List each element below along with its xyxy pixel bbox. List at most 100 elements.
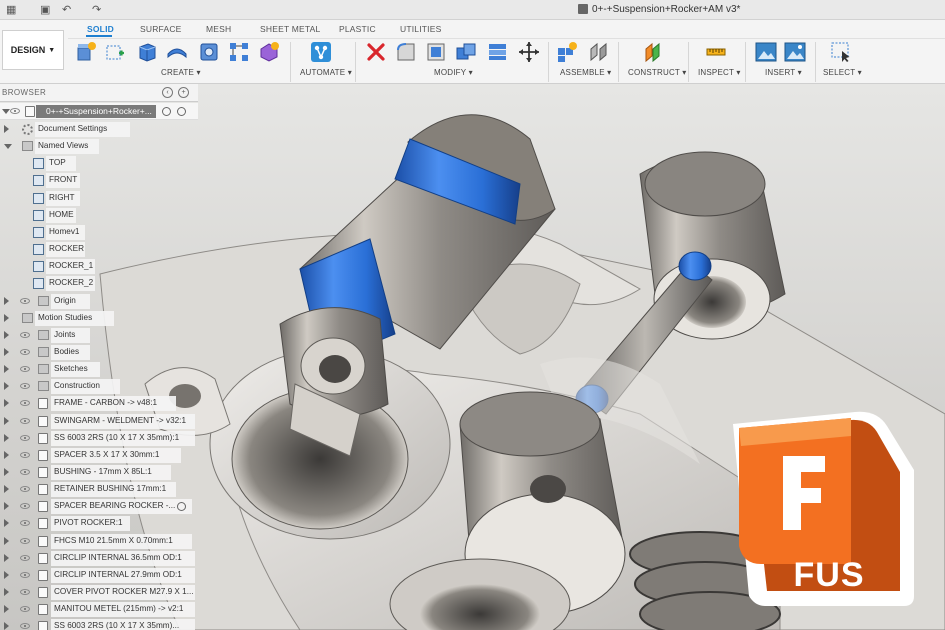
browser-node[interactable]: SPACER 3.5 X 17 X 30mm:1 <box>0 447 198 464</box>
expand-icon[interactable] <box>4 399 9 408</box>
browser-node[interactable]: TOP <box>0 155 198 172</box>
visibility-icon[interactable] <box>20 434 30 441</box>
expand-icon[interactable] <box>4 347 9 356</box>
browser-node[interactable]: CIRCLIP INTERNAL 36.5mm OD:1 <box>0 550 198 567</box>
expand-icon[interactable] <box>4 330 9 339</box>
fillet-icon[interactable] <box>425 41 447 63</box>
browser-node[interactable]: ROCKER_2 <box>0 275 198 292</box>
automate-group-label[interactable]: AUTOMATE ▾ <box>300 68 352 77</box>
browser-node[interactable]: MANITOU METEL (215mm) -> v2:1 <box>0 601 198 618</box>
visibility-icon[interactable] <box>20 571 30 578</box>
browser-node[interactable]: COVER PIVOT ROCKER M27.9 X 1... <box>0 584 198 601</box>
combine-icon[interactable] <box>455 41 477 63</box>
browser-node[interactable]: Motion Studies <box>0 310 198 327</box>
browser-node[interactable]: ROCKER_1 <box>0 258 198 275</box>
redo-icon[interactable]: ↷ <box>92 3 101 16</box>
new-component-icon[interactable] <box>75 41 97 63</box>
expand-icon[interactable] <box>4 125 9 133</box>
insert-group-label[interactable]: INSERT ▾ <box>765 68 802 77</box>
browser-node[interactable]: FRAME - CARBON -> v48:1 <box>0 395 198 412</box>
expand-icon[interactable] <box>4 570 9 579</box>
insert-derive-icon[interactable] <box>755 41 777 63</box>
browser-node[interactable]: CIRCLIP INTERNAL 27.9mm OD:1 <box>0 567 198 584</box>
pattern-icon[interactable] <box>228 41 250 63</box>
browser-node[interactable]: ROCKER <box>0 241 198 258</box>
expand-icon[interactable] <box>4 365 9 374</box>
browser-pin-icon[interactable]: + <box>178 87 189 98</box>
expand-icon[interactable] <box>4 502 9 511</box>
browser-node[interactable]: FHCS M10 21.5mm X 0.70mm:1 <box>0 533 198 550</box>
browser-node[interactable]: RETAINER BUSHING 17mm:1 <box>0 481 198 498</box>
hole-icon[interactable] <box>198 41 220 63</box>
expand-icon[interactable] <box>4 382 9 391</box>
delete-icon[interactable] <box>365 41 387 63</box>
browser-node[interactable]: Joints <box>0 327 198 344</box>
expand-icon[interactable] <box>4 416 9 425</box>
browser-node[interactable]: FRONT <box>0 172 198 189</box>
save-icon[interactable]: ▣ <box>40 3 50 16</box>
move-icon[interactable] <box>518 41 540 63</box>
create-group-label[interactable]: CREATE ▾ <box>161 68 201 77</box>
visibility-icon[interactable] <box>20 400 30 407</box>
tab-solid[interactable]: SOLID <box>87 24 114 34</box>
visibility-icon[interactable] <box>20 451 30 458</box>
visibility-icon[interactable] <box>20 297 30 304</box>
measure-icon[interactable] <box>705 41 727 63</box>
browser-node[interactable]: BUSHING - 17mm X 85L:1 <box>0 464 198 481</box>
visibility-icon[interactable] <box>20 537 30 544</box>
browser-node[interactable]: Origin <box>0 293 198 310</box>
undo-icon[interactable]: ↶ <box>62 3 71 16</box>
modify-group-label[interactable]: MODIFY ▾ <box>434 68 473 77</box>
press-pull-icon[interactable] <box>395 41 417 63</box>
select-icon[interactable] <box>830 41 852 63</box>
tab-utilities[interactable]: UTILITIES <box>400 24 441 34</box>
visibility-icon[interactable] <box>20 383 30 390</box>
browser-node[interactable]: Sketches <box>0 361 198 378</box>
browser-node[interactable]: Bodies <box>0 344 198 361</box>
tab-sheet-metal[interactable]: SHEET METAL <box>260 24 320 34</box>
visibility-icon[interactable] <box>20 606 30 613</box>
form-icon[interactable] <box>258 41 280 63</box>
visibility-icon[interactable] <box>20 417 30 424</box>
shell-icon[interactable] <box>487 41 509 63</box>
browser-node[interactable]: SS 6003 2RS (10 X 17 X 35mm)... <box>0 618 198 630</box>
browser-node[interactable]: Construction <box>0 378 198 395</box>
activate-radio-icon[interactable] <box>177 107 186 116</box>
visibility-icon[interactable] <box>20 469 30 475</box>
offset-plane-icon[interactable] <box>642 41 664 63</box>
insert-canvas-icon[interactable] <box>784 41 806 63</box>
browser-node[interactable]: Document Settings <box>0 121 198 138</box>
browser-node[interactable]: SWINGARM - WELDMENT -> v32:1 <box>0 413 198 430</box>
visibility-icon[interactable] <box>20 486 30 493</box>
browser-node[interactable]: Homev1 <box>0 224 198 241</box>
visibility-icon[interactable] <box>10 108 20 114</box>
create-sketch-icon[interactable] <box>104 41 126 63</box>
new-component-assemble-icon[interactable] <box>556 41 578 63</box>
expand-icon[interactable] <box>4 433 9 442</box>
revolve-icon[interactable] <box>166 41 188 63</box>
workspace-switcher-button[interactable]: DESIGN ▼ <box>2 30 64 70</box>
expand-icon[interactable] <box>4 519 9 528</box>
browser-collapse-icon[interactable]: ‹ <box>162 87 173 98</box>
inspect-group-label[interactable]: INSPECT ▾ <box>698 68 741 77</box>
browser-node[interactable]: Named Views <box>0 138 198 155</box>
expand-icon[interactable] <box>4 553 9 562</box>
browser-node[interactable]: HOME <box>0 207 198 224</box>
visibility-icon[interactable] <box>20 331 30 338</box>
construct-group-label[interactable]: CONSTRUCT ▾ <box>628 68 687 77</box>
browser-node[interactable]: SS 6003 2RS (10 X 17 X 35mm):1 <box>0 430 198 447</box>
visibility-icon[interactable] <box>20 589 30 596</box>
expand-icon[interactable] <box>4 296 9 305</box>
browser-node[interactable]: PIVOT ROCKER:1 <box>0 515 198 532</box>
tab-surface[interactable]: SURFACE <box>140 24 182 34</box>
expand-icon[interactable] <box>4 605 9 614</box>
select-group-label[interactable]: SELECT ▾ <box>823 68 862 77</box>
visibility-icon[interactable] <box>20 366 30 373</box>
joint-icon[interactable] <box>588 41 610 63</box>
visibility-icon[interactable] <box>20 623 30 630</box>
expand-icon[interactable] <box>4 313 9 322</box>
browser-node[interactable]: RIGHT <box>0 190 198 207</box>
extrude-icon[interactable] <box>136 41 158 63</box>
visibility-icon[interactable] <box>20 554 30 561</box>
expand-icon[interactable] <box>4 450 9 459</box>
